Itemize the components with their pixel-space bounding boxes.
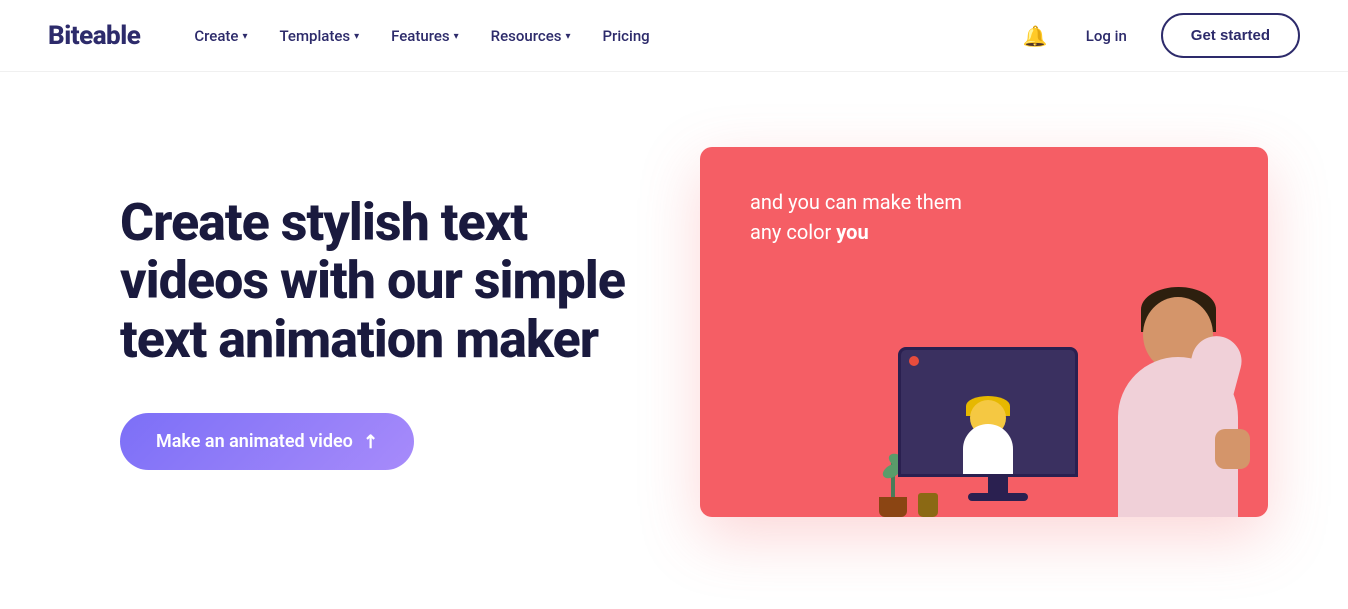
hero-section: Create stylish text videos with our simp… — [0, 72, 1348, 592]
illustration — [898, 257, 1238, 517]
monitor-screen — [898, 347, 1078, 477]
monitor — [898, 347, 1098, 517]
nav-item-create[interactable]: Create ▾ — [180, 19, 261, 53]
cup — [918, 493, 938, 517]
nav-right: 🔔 Log in Get started — [1019, 13, 1300, 58]
camera-dot — [909, 356, 919, 366]
monitor-base — [968, 493, 1028, 501]
nav-item-resources[interactable]: Resources ▾ — [477, 19, 585, 53]
hero-right: and you can make them any color you — [700, 147, 1268, 517]
login-link[interactable]: Log in — [1072, 19, 1141, 53]
arrow-icon: ↗ — [358, 429, 384, 455]
chevron-down-icon: ▾ — [242, 31, 247, 42]
get-started-button[interactable]: Get started — [1161, 13, 1300, 58]
person-illustration — [1098, 257, 1258, 517]
navbar: Biteable Create ▾ Templates ▾ Features ▾… — [0, 0, 1348, 72]
brand-logo[interactable]: Biteable — [48, 21, 140, 51]
hero-left: Create stylish text videos with our simp… — [120, 194, 640, 470]
panel-caption: and you can make them any color you — [750, 187, 1218, 247]
screen-person — [953, 394, 1023, 474]
body — [963, 424, 1013, 474]
bell-icon[interactable]: 🔔 — [1019, 20, 1052, 52]
chevron-down-icon: ▾ — [454, 31, 459, 42]
nav-item-templates[interactable]: Templates ▾ — [265, 19, 373, 53]
cta-label: Make an animated video — [156, 431, 353, 452]
person-hand — [1215, 429, 1250, 469]
nav-links: Create ▾ Templates ▾ Features ▾ Resource… — [180, 19, 1019, 53]
cta-button[interactable]: Make an animated video ↗ — [120, 413, 414, 470]
monitor-stand — [988, 477, 1008, 493]
nav-item-pricing[interactable]: Pricing — [588, 19, 663, 53]
chevron-down-icon: ▾ — [354, 31, 359, 42]
hero-title: Create stylish text videos with our simp… — [120, 194, 640, 369]
nav-item-features[interactable]: Features ▾ — [377, 19, 473, 53]
video-preview-panel: and you can make them any color you — [700, 147, 1268, 517]
chevron-down-icon: ▾ — [565, 31, 570, 42]
